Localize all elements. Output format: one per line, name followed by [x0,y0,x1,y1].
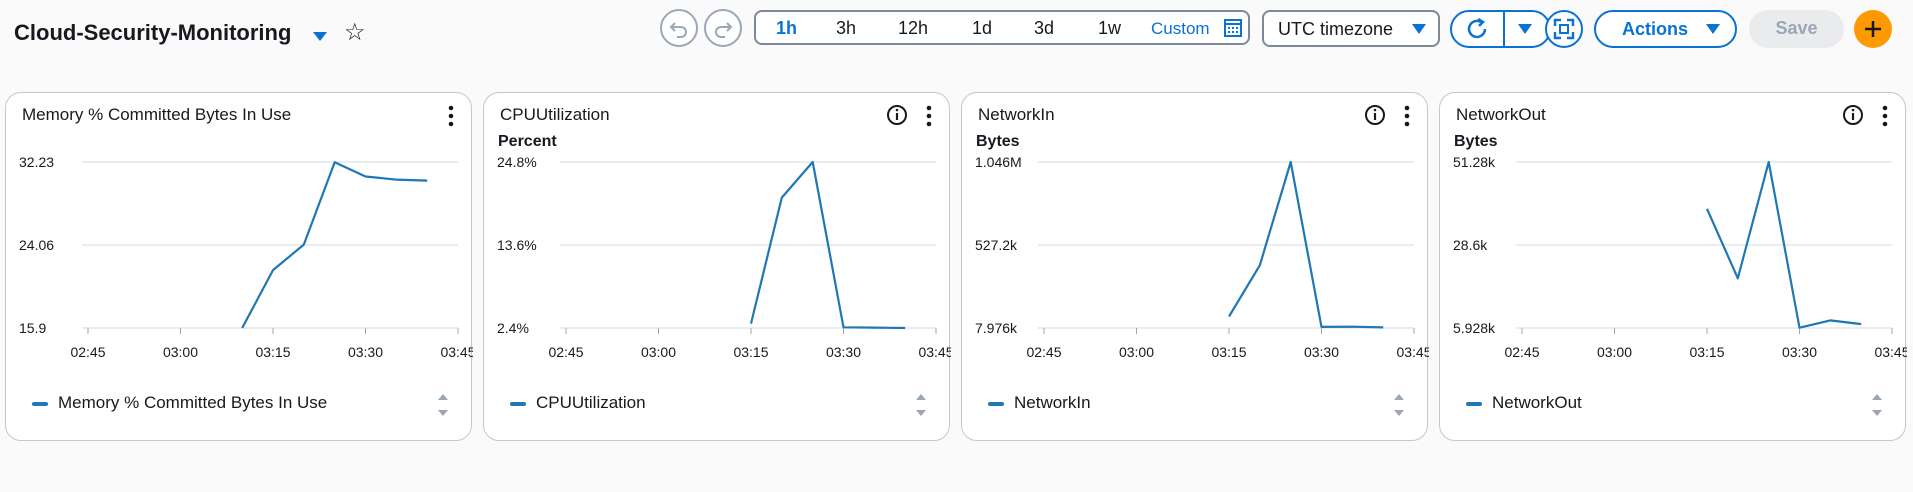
line-chart: 32.23 24.06 15.9 02:45 03:00 03:15 03:30 03:45 [19,154,473,360]
plus-icon [1865,21,1881,37]
range-12h[interactable]: 12h [898,18,928,39]
range-3h[interactable]: 3h [836,18,856,39]
dashboard-header: Cloud-Security-Monitoring ☆ 1h 3h 12h 1d… [0,0,1913,66]
widget-network-out: NetworkOut Bytes 51.28k 28.6k 5.928k 02:45 0… [1439,92,1907,441]
time-range-selector: 1h 3h 12h 1d 3d 1w Custom [754,10,1250,45]
x-tick-label: 03:00 [1119,344,1154,360]
x-tick-label: 02:45 [1026,344,1061,360]
x-tick-label: 03:15 [1211,344,1246,360]
undo-button[interactable] [660,9,698,47]
y-tick-label: 24.8% [497,154,537,170]
x-tick-label: 03:30 [1304,344,1339,360]
legend-scroll-icon[interactable] [1870,390,1884,420]
y-tick-label: 24.06 [19,237,54,253]
x-tick-label: 03:15 [255,344,290,360]
y-tick-label: 51.28k [1453,154,1496,170]
caret-down-icon [1706,24,1720,34]
legend-label: NetworkIn [1014,393,1091,412]
timezone-label: UTC timezone [1278,19,1394,39]
legend-label: NetworkOut [1492,393,1582,412]
dashboard-title: Cloud-Security-Monitoring [14,20,292,45]
timezone-dropdown[interactable]: UTC timezone [1262,10,1440,47]
y-tick-label: 2.4% [497,320,529,336]
x-tick-label: 03:00 [641,344,676,360]
legend-swatch [988,402,1004,406]
range-1d[interactable]: 1d [972,18,992,39]
widget-memory: Memory % Committed Bytes In Use 32.23 24.… [5,92,473,441]
undo-icon [669,22,687,38]
range-1w[interactable]: 1w [1098,18,1121,39]
y-tick-label: 7.976k [975,320,1018,336]
add-widget-button[interactable] [1854,10,1892,48]
x-tick-label: 03:45 [1396,344,1429,360]
x-tick-label: 02:45 [70,344,105,360]
x-tick-label: 02:45 [548,344,583,360]
y-tick-label: 1.046M [975,154,1022,170]
refresh-button-group [1450,10,1551,48]
y-tick-label: 5.928k [1453,320,1496,336]
y-tick-label: 13.6% [497,237,537,253]
x-tick-label: 03:15 [1689,344,1724,360]
caret-down-icon [1412,24,1426,34]
calendar-icon[interactable] [1224,18,1242,38]
save-button[interactable]: Save [1749,10,1844,48]
x-tick-label: 03:45 [918,344,951,360]
line-chart: 1.046M 527.2k 7.976k 02:45 03:00 03:15 03:30 03… [975,154,1429,360]
legend-swatch [510,402,526,406]
x-tick-label: 03:45 [440,344,473,360]
legend-scroll-icon[interactable] [1392,390,1406,420]
x-tick-label: 03:00 [1597,344,1632,360]
save-label: Save [1775,18,1818,38]
y-tick-label: 28.6k [1453,237,1488,253]
refresh-options-caret-icon[interactable] [1518,24,1532,34]
x-tick-label: 03:45 [1874,344,1907,360]
x-tick-label: 03:30 [348,344,383,360]
line-chart: 51.28k 28.6k 5.928k 02:45 03:00 03:15 03:30 03:… [1453,154,1907,360]
widget-network-in: NetworkIn Bytes 1.046M 527.2k 7.976k 02:45 0… [961,92,1429,441]
x-tick-label: 03:30 [826,344,861,360]
fullscreen-icon [1553,18,1575,40]
line-chart: 24.8% 13.6% 2.4% 02:45 03:00 03:15 03:30 03:45 [497,154,951,360]
actions-dropdown[interactable]: Actions [1594,10,1737,48]
range-3d[interactable]: 3d [1034,18,1054,39]
x-tick-label: 03:00 [163,344,198,360]
legend-label: CPUUtilization [536,393,646,412]
widget-cpu: CPUUtilization Percent 24.8% 13.6% 2.4% 02:… [483,92,951,441]
redo-icon [715,22,733,38]
legend-swatch [32,402,48,406]
dashboard-switcher-caret-icon[interactable] [313,32,327,41]
range-1h[interactable]: 1h [776,18,797,39]
range-custom[interactable]: Custom [1151,19,1210,39]
x-tick-label: 03:30 [1782,344,1817,360]
legend-label: Memory % Committed Bytes In Use [58,393,328,412]
legend-swatch [1466,402,1482,406]
legend-scroll-icon[interactable] [914,390,928,420]
favorite-star-icon[interactable]: ☆ [344,20,366,46]
y-tick-label: 15.9 [19,320,46,336]
y-tick-label: 527.2k [975,237,1018,253]
x-tick-label: 03:15 [733,344,768,360]
fullscreen-button[interactable] [1545,10,1583,48]
redo-button[interactable] [704,9,742,47]
legend-scroll-icon[interactable] [436,390,450,420]
x-tick-label: 02:45 [1504,344,1539,360]
refresh-icon[interactable] [1464,16,1490,42]
divider [1503,12,1505,46]
y-tick-label: 32.23 [19,154,54,170]
actions-label: Actions [1622,19,1689,39]
